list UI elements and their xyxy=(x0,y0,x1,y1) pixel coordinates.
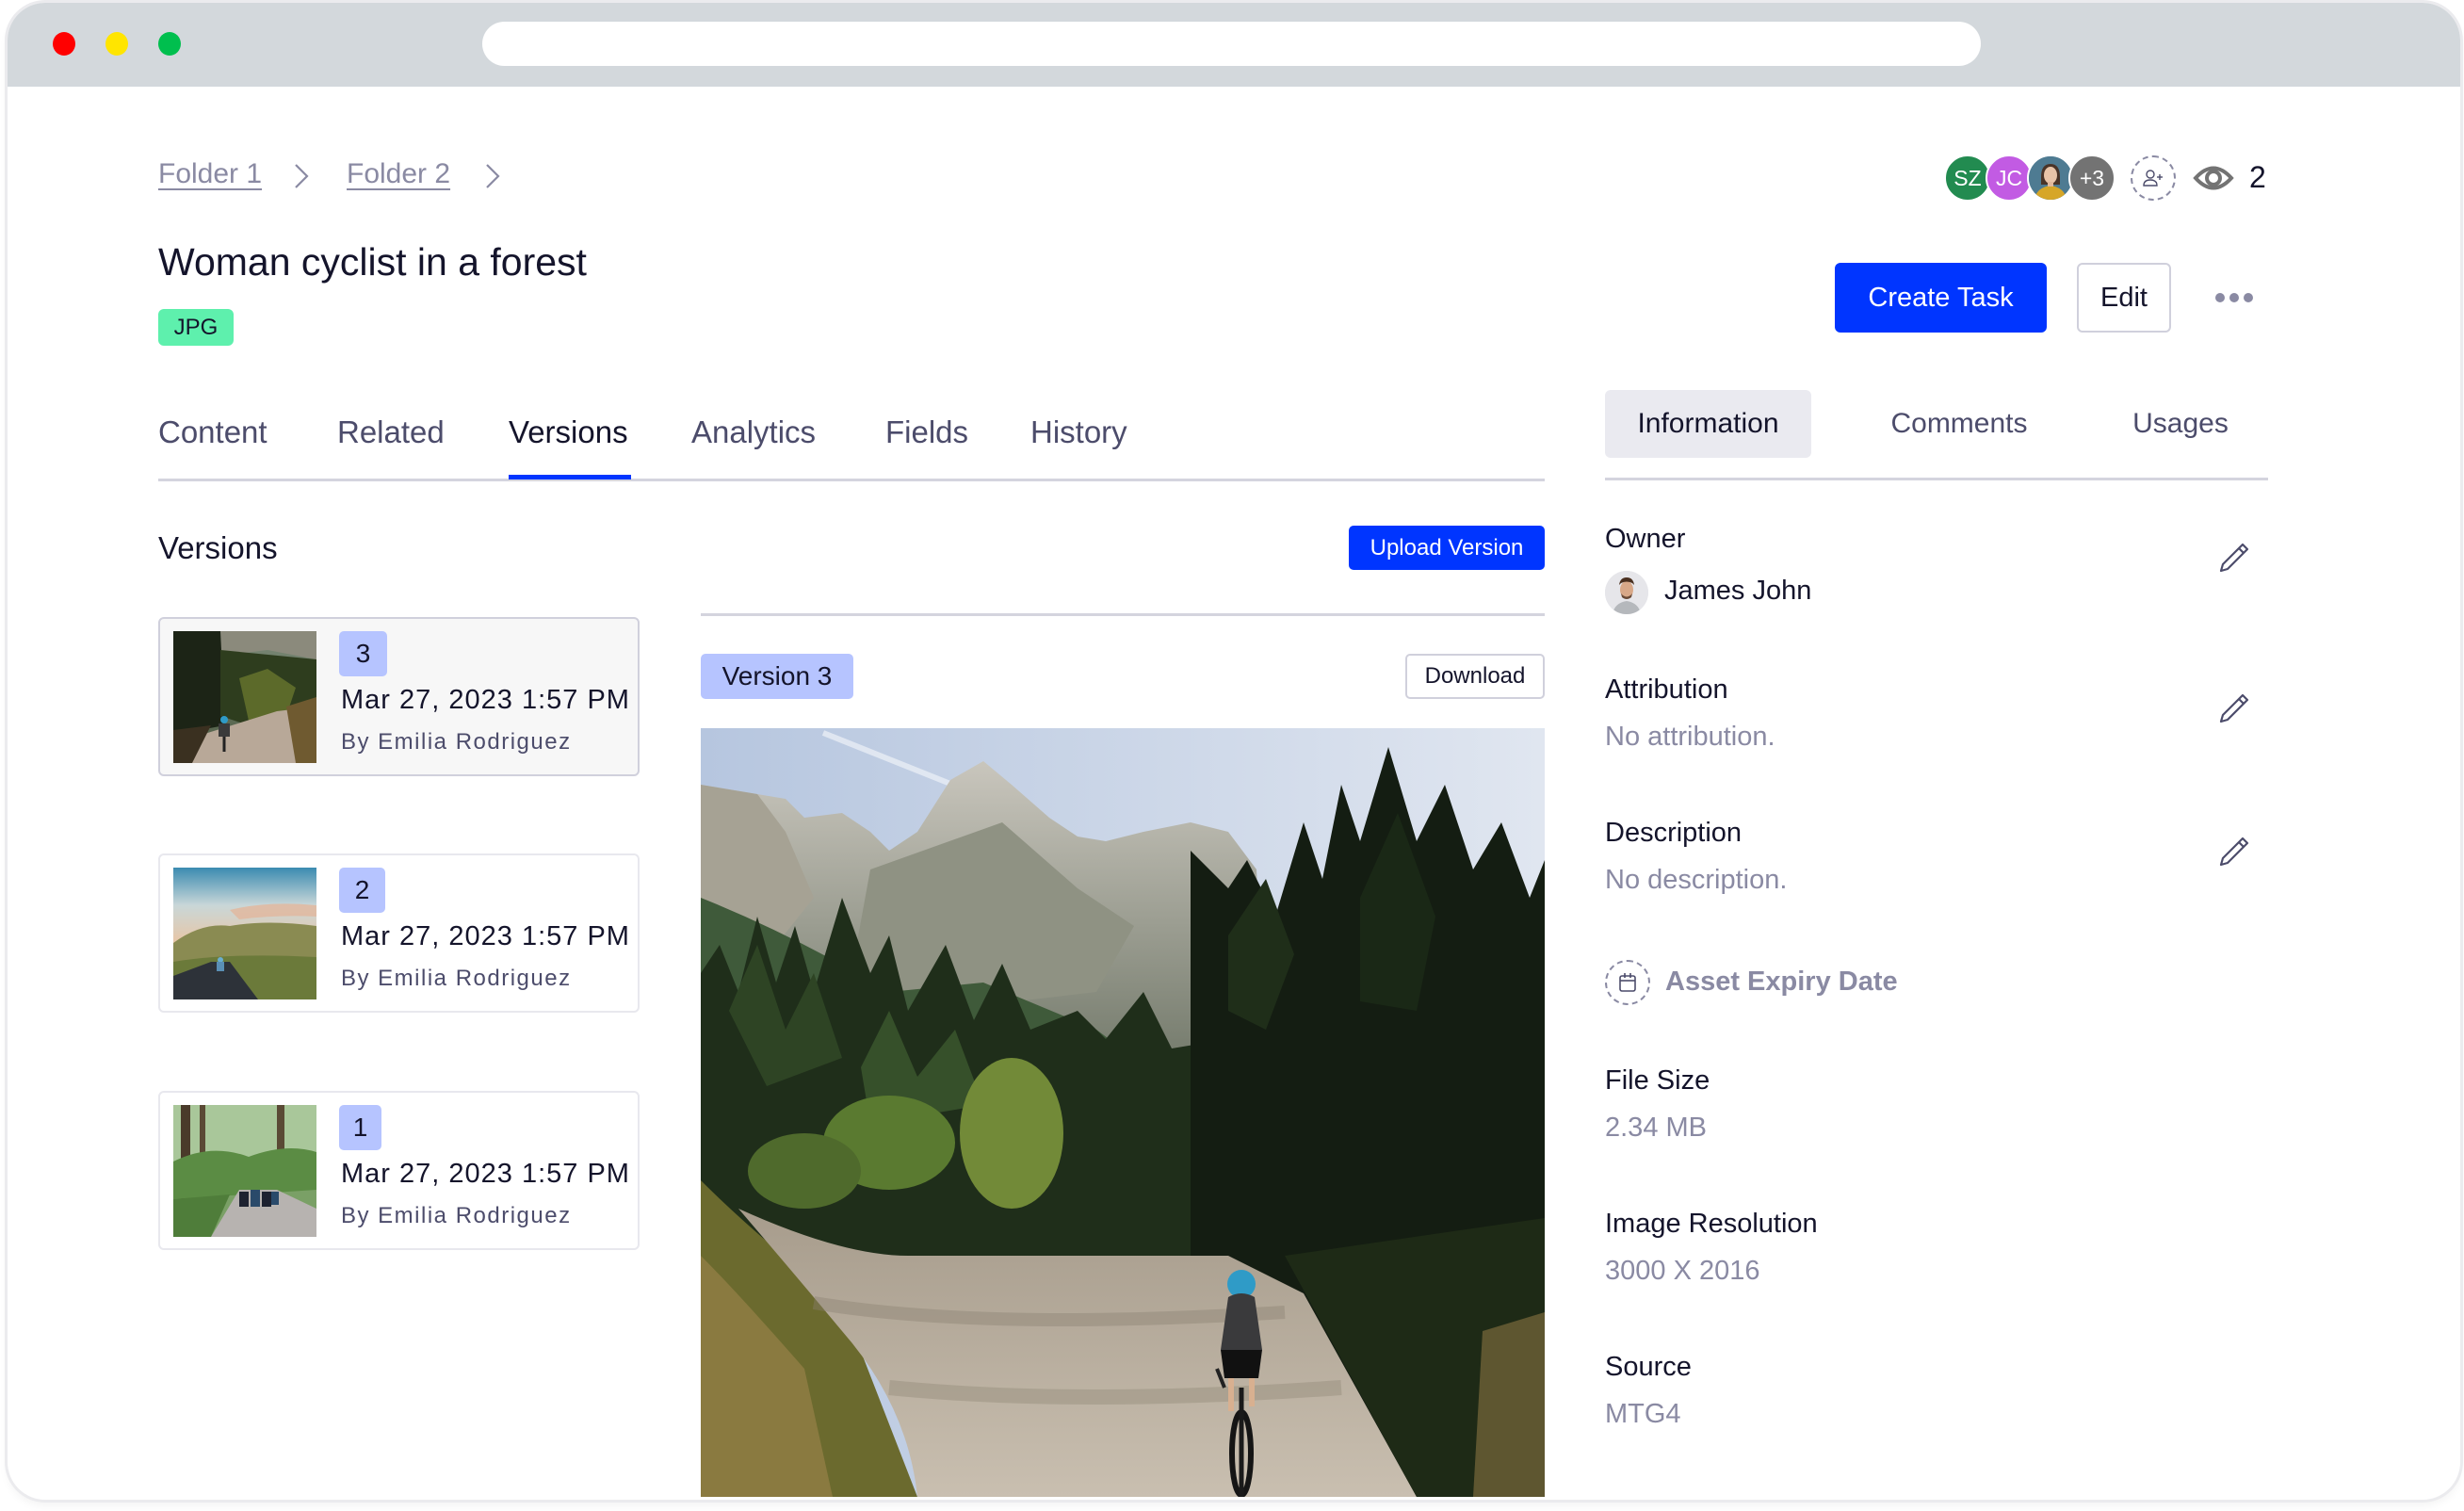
attribution-value: No attribution. xyxy=(1605,722,1775,752)
side-tabs-divider xyxy=(1605,478,2268,480)
version-author: By Emilia Rodriguez xyxy=(341,729,572,755)
tab-analytics[interactable]: Analytics xyxy=(691,414,816,450)
address-bar[interactable] xyxy=(482,22,1981,66)
download-button[interactable]: Download xyxy=(1405,654,1545,699)
version-date: Mar 27, 2023 1:57 PM xyxy=(341,921,630,951)
source-label: Source xyxy=(1605,1352,1692,1382)
create-task-button[interactable]: Create Task xyxy=(1835,263,2047,333)
version-preview-image xyxy=(701,728,1545,1497)
version-author: By Emilia Rodriguez xyxy=(341,1203,572,1228)
owner-name: James John xyxy=(1664,576,1812,606)
more-options-button[interactable] xyxy=(2215,284,2253,311)
tabs-divider xyxy=(158,479,1545,481)
version-number-badge: 3 xyxy=(339,631,387,676)
dot xyxy=(2229,293,2239,302)
current-version-badge: Version 3 xyxy=(701,654,853,699)
version-card-3[interactable]: 3 Mar 27, 2023 1:57 PM By Emilia Rodrigu… xyxy=(158,617,640,776)
version-number-badge: 1 xyxy=(339,1105,381,1150)
version-date: Mar 27, 2023 1:57 PM xyxy=(341,685,630,715)
dot xyxy=(2244,293,2253,302)
file-type-badge: JPG xyxy=(158,309,234,346)
calendar-icon xyxy=(1619,973,1636,992)
avatar-overflow-count[interactable]: +3 xyxy=(2068,154,2115,202)
tab-related[interactable]: Related xyxy=(337,414,445,450)
description-value: No description. xyxy=(1605,865,1788,895)
viewers-count: 2 xyxy=(2249,160,2266,194)
close-window-button[interactable] xyxy=(53,32,75,56)
preview-divider xyxy=(701,613,1545,616)
owner-label: Owner xyxy=(1605,524,1686,554)
breadcrumb-folder-2[interactable]: Folder 2 xyxy=(347,158,450,190)
tab-fields[interactable]: Fields xyxy=(885,414,968,450)
tab-usages[interactable]: Usages xyxy=(2110,390,2251,458)
version-card-1[interactable]: 1 Mar 27, 2023 1:57 PM By Emilia Rodrigu… xyxy=(158,1091,640,1250)
woman-portrait-icon xyxy=(2029,156,2072,200)
chevron-right-icon xyxy=(486,164,500,188)
browser-titlebar xyxy=(8,3,2460,87)
minimize-window-button[interactable] xyxy=(105,32,128,56)
edit-attribution-pencil-icon[interactable] xyxy=(2217,691,2251,725)
upload-version-button[interactable]: Upload Version xyxy=(1349,526,1545,570)
maximize-window-button[interactable] xyxy=(158,32,181,56)
breadcrumb-folder-1[interactable]: Folder 1 xyxy=(158,158,262,190)
tab-information[interactable]: Information xyxy=(1605,390,1811,458)
add-user-icon xyxy=(2143,170,2163,187)
image-resolution-value: 3000 X 2016 xyxy=(1605,1256,1760,1286)
tab-comments[interactable]: Comments xyxy=(1865,390,2053,458)
version-card-2[interactable]: 2 Mar 27, 2023 1:57 PM By Emilia Rodrigu… xyxy=(158,853,640,1013)
asset-expiry-button[interactable] xyxy=(1605,960,1650,1005)
edit-description-pencil-icon[interactable] xyxy=(2217,835,2251,869)
tab-history[interactable]: History xyxy=(1030,414,1127,450)
chevron-right-icon xyxy=(295,164,309,188)
version-thumbnail xyxy=(173,631,316,763)
eye-icon[interactable] xyxy=(2193,162,2234,194)
more-horizontal-icon xyxy=(2215,293,2225,302)
version-date: Mar 27, 2023 1:57 PM xyxy=(341,1159,630,1189)
edit-button[interactable]: Edit xyxy=(2077,263,2171,333)
description-label: Description xyxy=(1605,818,1743,848)
versions-heading: Versions xyxy=(158,530,278,565)
tab-content[interactable]: Content xyxy=(158,414,267,450)
file-size-value: 2.34 MB xyxy=(1605,1113,1707,1143)
tab-versions[interactable]: Versions xyxy=(509,414,628,450)
asset-expiry-label[interactable]: Asset Expiry Date xyxy=(1665,967,1898,998)
avatar-photo[interactable] xyxy=(2027,154,2074,202)
attribution-label: Attribution xyxy=(1605,674,1728,705)
owner-avatar xyxy=(1605,571,1648,614)
version-thumbnail xyxy=(173,1105,316,1237)
version-number-badge: 2 xyxy=(339,868,385,913)
active-tab-indicator xyxy=(509,475,631,479)
version-thumbnail xyxy=(173,868,316,999)
version-author: By Emilia Rodriguez xyxy=(341,966,572,991)
image-resolution-label: Image Resolution xyxy=(1605,1209,1818,1239)
page-title: Woman cyclist in a forest xyxy=(158,240,587,284)
avatar-sz[interactable]: SZ xyxy=(1944,154,1991,202)
cyclist-forest-photo xyxy=(701,728,1545,1497)
add-user-button[interactable] xyxy=(2131,155,2176,201)
edit-owner-pencil-icon[interactable] xyxy=(2217,541,2251,575)
file-size-label: File Size xyxy=(1605,1065,1710,1096)
source-value: MTG4 xyxy=(1605,1399,1681,1429)
avatar-jc[interactable]: JC xyxy=(1986,154,2033,202)
